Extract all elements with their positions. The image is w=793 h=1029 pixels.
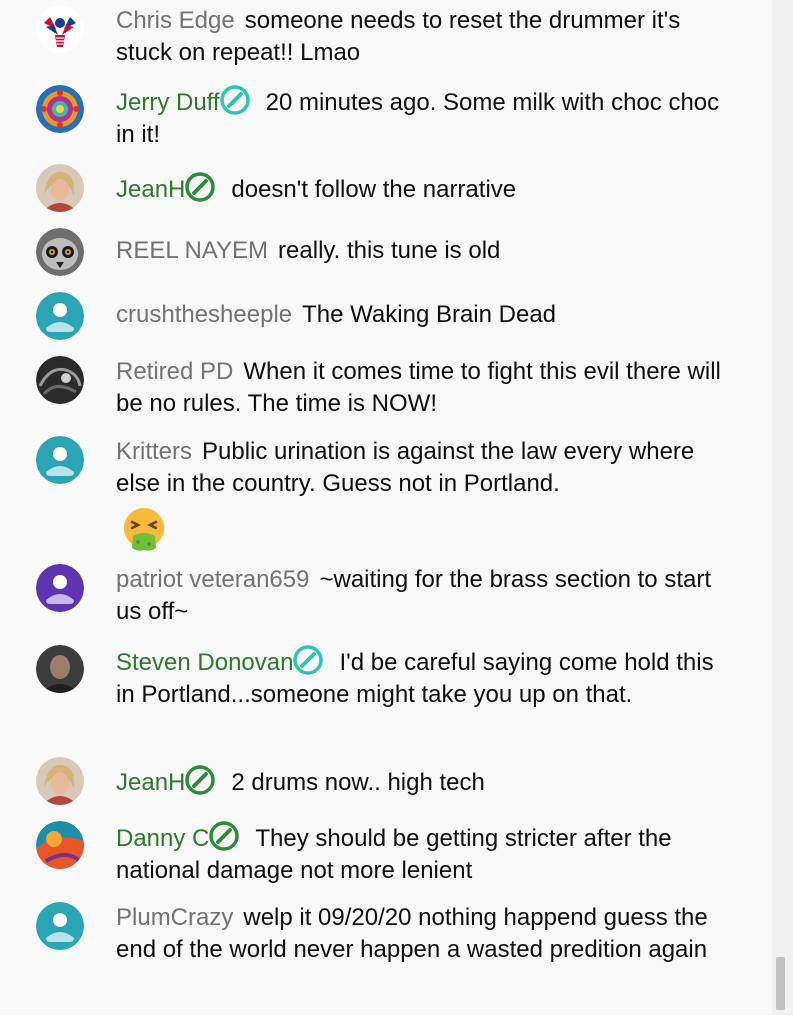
message-text: doesn't follow the narrative xyxy=(231,176,517,203)
member-badge-icon xyxy=(293,645,324,675)
message-text-block: Retired PD When it comes time to fight th… xyxy=(116,356,726,420)
member-badge-icon xyxy=(185,765,216,795)
message-text-block: REEL NAYEM really. this tune is old xyxy=(116,235,726,267)
author-name[interactable]: Danny C xyxy=(116,825,209,852)
author-name[interactable]: Chris Edge xyxy=(116,7,235,34)
author-name[interactable]: JeanH xyxy=(116,176,185,203)
member-badge-icon xyxy=(219,85,250,115)
default-person-avatar[interactable] xyxy=(36,436,84,484)
author-name[interactable]: REEL NAYEM xyxy=(116,237,268,264)
man-photo-avatar[interactable] xyxy=(36,645,84,693)
message-text-block: Jerry Duff 20 minutes ago. Some milk wit… xyxy=(116,85,726,151)
vomiting-face-emoji-icon xyxy=(124,508,164,551)
woman-photo-avatar[interactable] xyxy=(36,757,84,805)
bottom-strip xyxy=(0,1015,793,1029)
author-name[interactable]: patriot veteran659 xyxy=(116,566,309,593)
author-name[interactable]: PlumCrazy xyxy=(116,904,233,931)
author-name[interactable]: Kritters xyxy=(116,438,192,465)
default-person-avatar[interactable] xyxy=(36,292,84,340)
message-text-block: Chris Edge someone needs to reset the dru… xyxy=(116,5,726,69)
message-text-block: Steven Donovan I'd be careful saying com… xyxy=(116,645,726,711)
message-text: Public urination is against the law ever… xyxy=(116,438,695,497)
lemur-avatar[interactable] xyxy=(36,228,84,276)
dark-photo-avatar[interactable] xyxy=(36,356,84,404)
message-text-block: JeanH 2 drums now.. high tech xyxy=(116,765,726,799)
scrollbar-thumb[interactable] xyxy=(776,957,785,1010)
author-name[interactable]: JeanH xyxy=(116,769,185,796)
message-text-block: patriot veteran659 ~waiting for the brass… xyxy=(116,564,726,628)
author-name[interactable]: Retired PD xyxy=(116,358,233,385)
author-name[interactable]: Steven Donovan xyxy=(116,649,293,676)
message-text-block: PlumCrazy welp it 09/20/20 nothing happen… xyxy=(116,902,726,966)
mandala-avatar[interactable] xyxy=(36,85,84,133)
author-name[interactable]: Jerry Duff xyxy=(116,89,220,116)
message-text-block: crushthesheeple The Waking Brain Dead xyxy=(116,299,726,331)
message-text-block: Kritters Public urination is against the … xyxy=(116,436,726,563)
message-text: really. this tune is old xyxy=(278,237,501,264)
message-text-block: JeanH doesn't follow the narrative xyxy=(116,172,726,206)
scrollbar-track[interactable] xyxy=(772,0,793,1015)
message-text: The Waking Brain Dead xyxy=(302,301,557,328)
colorful-avatar[interactable] xyxy=(36,821,84,869)
live-chat-list: Chris Edge someone needs to reset the dru… xyxy=(0,0,772,1015)
message-text: 2 drums now.. high tech xyxy=(231,769,485,796)
default-person-avatar-purple[interactable] xyxy=(36,564,84,612)
message-text-block: Danny C They should be getting stricter … xyxy=(116,821,726,887)
member-badge-icon xyxy=(185,172,216,202)
woman-photo-avatar[interactable] xyxy=(36,164,84,212)
author-name[interactable]: crushthesheeple xyxy=(116,301,292,328)
flag-eagle-avatar[interactable] xyxy=(36,5,84,53)
default-person-avatar[interactable] xyxy=(36,902,84,950)
member-badge-icon xyxy=(209,821,240,851)
